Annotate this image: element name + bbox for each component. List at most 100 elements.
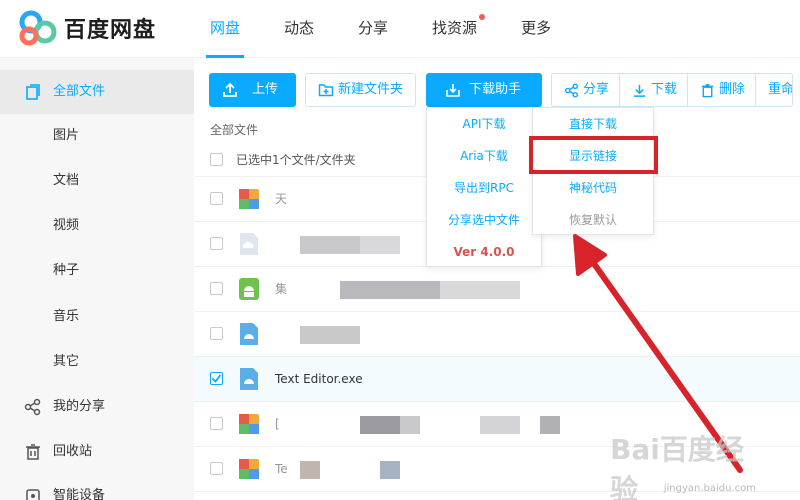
sidebar-item-other[interactable]: 其它 (0, 340, 194, 384)
menu-item-aria-download[interactable]: Aria下载 (427, 140, 541, 172)
device-icon (26, 489, 40, 500)
select-all-checkbox[interactable] (210, 153, 223, 166)
selection-status: 已选中1个文件/文件夹 (236, 153, 356, 167)
download-helper-button-label: 下载助手 (469, 82, 522, 97)
new-folder-button[interactable]: 新建文件夹 (305, 73, 416, 107)
sidebar-item-label: 全部文件 (53, 84, 106, 99)
blurred-name (540, 416, 560, 434)
sidebar-item-smart-devices[interactable]: 智能设备 (0, 474, 194, 500)
blurred-name (480, 416, 520, 434)
sidebar-item-images[interactable]: 图片 (0, 114, 194, 158)
nav-item-find-resources[interactable]: 找资源 (428, 0, 486, 58)
file-action-group: 分享 下载 删除 重命 (551, 73, 794, 107)
file-name[interactable]: [ (275, 402, 280, 447)
main-nav: 网盘 动态 分享 找资源 更多 (206, 0, 591, 58)
table-row[interactable]: 集 (194, 267, 800, 312)
menu-item-export-rpc[interactable]: 导出到RPC (427, 172, 541, 204)
upload-icon (223, 82, 237, 97)
blurred-name (300, 326, 360, 344)
exe-icon (240, 368, 258, 390)
blurred-name (360, 416, 400, 434)
blurred-name (340, 281, 440, 299)
logo-text: 百度网盘 (64, 18, 157, 43)
blurred-name (300, 461, 320, 479)
menu-item-secret-code[interactable]: 神秘代码 (533, 172, 653, 204)
blurred-name (360, 236, 400, 254)
row-checkbox-checked[interactable] (210, 372, 223, 385)
sidebar-item-label: 音乐 (53, 309, 80, 324)
menu-item-api-download[interactable]: API下载 (427, 108, 541, 140)
blurred-name (380, 461, 400, 479)
sidebar-item-torrents[interactable]: 种子 (0, 249, 194, 293)
sidebar-item-label: 我的分享 (53, 399, 106, 414)
file-name[interactable]: Text Editor.exe (275, 357, 363, 402)
top-header: 百度网盘 网盘 动态 分享 找资源 更多 (0, 0, 800, 58)
files-icon (26, 84, 40, 100)
file-name[interactable]: 集 (275, 267, 287, 312)
new-folder-button-label: 新建文件夹 (338, 82, 404, 97)
share-button-label: 分享 (583, 82, 610, 97)
share-icon (564, 83, 579, 97)
trash-icon (701, 83, 714, 97)
breadcrumb[interactable]: 全部文件 (210, 121, 258, 138)
sidebar-item-label: 种子 (53, 263, 80, 278)
download-helper-menu: API下载 Aria下载 导出到RPC 分享选中文件 Ver 4.0.0 (426, 107, 542, 267)
watermark-url: jingyan.baidu.com (663, 483, 756, 494)
highlight-box (529, 136, 658, 174)
nav-item-share[interactable]: 分享 (354, 0, 392, 58)
checkmark-icon (211, 374, 222, 383)
blurred-name (440, 281, 520, 299)
blurred-name (400, 416, 420, 434)
share-icon (24, 398, 41, 416)
sidebar-item-videos[interactable]: 视频 (0, 204, 194, 248)
sidebar-item-all-files[interactable]: 全部文件 (0, 70, 194, 114)
exe-icon (240, 323, 258, 345)
download-icon (633, 84, 646, 97)
file-name[interactable]: Te (275, 447, 288, 492)
nav-item-more[interactable]: 更多 (517, 0, 555, 58)
table-row-selected[interactable]: Text Editor.exe (194, 357, 800, 402)
blurred-name (300, 236, 360, 254)
notification-dot (479, 14, 486, 20)
sidebar-item-my-shares[interactable]: 我的分享 (0, 385, 194, 429)
file-name[interactable]: 天 (275, 177, 287, 222)
upload-button-label: 上传 (252, 82, 279, 97)
rename-button[interactable]: 重命 (756, 74, 792, 106)
nav-item-activity[interactable]: 动态 (280, 0, 318, 58)
new-folder-icon (318, 84, 334, 97)
download-button-label: 下载 (651, 82, 678, 97)
version-label: Ver 4.0.0 (453, 245, 515, 259)
archive-icon (239, 414, 259, 434)
nav-item-netdisk[interactable]: 网盘 (206, 0, 245, 58)
sidebar-item-label: 视频 (53, 218, 80, 233)
download-button[interactable]: 下载 (620, 74, 689, 106)
sidebar: 全部文件 图片 文档 视频 种子 音乐 其它 我的分享 回收站 智能设备 (0, 58, 194, 500)
table-row[interactable] (194, 312, 800, 357)
rename-button-label: 重命 (768, 82, 793, 97)
menu-item-restore-default[interactable]: 恢复默认 (533, 204, 653, 236)
row-checkbox[interactable] (210, 417, 223, 430)
menu-item-share-selected[interactable]: 分享选中文件 (427, 204, 541, 236)
nav-item-find-resources-label: 找资源 (432, 19, 478, 37)
trash-icon (26, 444, 40, 460)
row-checkbox[interactable] (210, 237, 223, 250)
upload-button[interactable]: 上传 (209, 73, 296, 107)
delete-button[interactable]: 删除 (688, 74, 757, 106)
sidebar-item-label: 文档 (53, 173, 80, 188)
archive-icon (239, 459, 259, 479)
sidebar-item-recycle-bin[interactable]: 回收站 (0, 430, 194, 474)
row-checkbox[interactable] (210, 327, 223, 340)
row-checkbox[interactable] (210, 282, 223, 295)
download-helper-button[interactable]: 下载助手 (426, 73, 542, 107)
sidebar-item-music[interactable]: 音乐 (0, 295, 194, 339)
sidebar-item-label: 图片 (53, 128, 80, 143)
row-checkbox[interactable] (210, 462, 223, 475)
sidebar-item-documents[interactable]: 文档 (0, 159, 194, 203)
archive-icon (239, 189, 259, 209)
download-box-icon (446, 84, 460, 97)
sidebar-item-label: 智能设备 (53, 488, 106, 500)
logo[interactable]: 百度网盘 (18, 10, 156, 46)
share-button[interactable]: 分享 (552, 74, 621, 106)
row-checkbox[interactable] (210, 192, 223, 205)
sidebar-item-label: 回收站 (53, 444, 93, 459)
